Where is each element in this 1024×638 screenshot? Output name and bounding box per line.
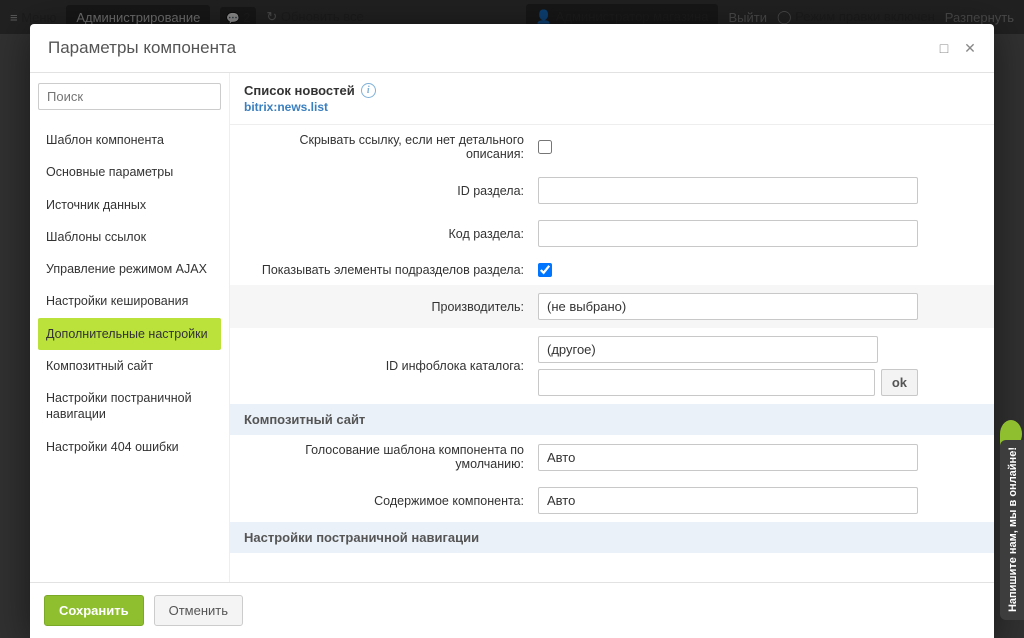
- sidebar-item-pagenav[interactable]: Настройки постраничной навигации: [38, 382, 221, 431]
- input-section-id[interactable]: [538, 177, 918, 204]
- label-hide-link: Скрывать ссылку, если нет детального опи…: [244, 133, 524, 161]
- section-pagenav: Настройки постраничной навигации: [230, 522, 994, 553]
- label-iblock-id: ID инфоблока каталога:: [244, 359, 524, 373]
- sidebar-item-template[interactable]: Шаблон компонента: [38, 124, 221, 156]
- sidebar-item-datasource[interactable]: Источник данных: [38, 189, 221, 221]
- select-manufacturer[interactable]: (не выбрано): [538, 293, 918, 320]
- close-icon[interactable]: ✕: [964, 42, 976, 54]
- sidebar-item-main[interactable]: Основные параметры: [38, 156, 221, 188]
- input-iblock-manual[interactable]: [538, 369, 875, 396]
- component-params-modal: Параметры компонента □ ✕ Шаблон компонен…: [30, 24, 994, 638]
- search-input[interactable]: [38, 83, 221, 110]
- sidebar-item-cache[interactable]: Настройки кеширования: [38, 285, 221, 317]
- component-title: Список новостей i: [244, 83, 980, 98]
- ok-button[interactable]: ok: [881, 369, 918, 396]
- select-content[interactable]: Авто: [538, 487, 918, 514]
- label-section-id: ID раздела:: [244, 184, 524, 198]
- modal-header: Параметры компонента □ ✕: [30, 24, 994, 73]
- cancel-button[interactable]: Отменить: [154, 595, 243, 626]
- form-scroll[interactable]: Скрывать ссылку, если нет детального опи…: [230, 124, 994, 582]
- sidebar-item-ajax[interactable]: Управление режимом AJAX: [38, 253, 221, 285]
- section-composite: Композитный сайт: [230, 404, 994, 435]
- maximize-icon[interactable]: □: [938, 42, 950, 54]
- sidebar-item-404[interactable]: Настройки 404 ошибки: [38, 431, 221, 463]
- sidebar-item-composite[interactable]: Композитный сайт: [38, 350, 221, 382]
- modal-title: Параметры компонента: [48, 38, 236, 58]
- label-section-code: Код раздела:: [244, 227, 524, 241]
- checkbox-show-subsections[interactable]: [538, 263, 552, 277]
- save-button[interactable]: Сохранить: [44, 595, 144, 626]
- checkbox-hide-link[interactable]: [538, 140, 552, 154]
- input-section-code[interactable]: [538, 220, 918, 247]
- modal-footer: Сохранить Отменить: [30, 582, 994, 638]
- label-vote: Голосование шаблона компонента по умолча…: [244, 443, 524, 471]
- select-vote[interactable]: Авто: [538, 444, 918, 471]
- label-show-subsections: Показывать элементы подразделов раздела:: [244, 263, 524, 277]
- component-id[interactable]: bitrix:news.list: [244, 100, 980, 114]
- sidebar-item-link-templates[interactable]: Шаблоны ссылок: [38, 221, 221, 253]
- chat-tab[interactable]: Напишите нам, мы в онлайне!: [1000, 440, 1024, 620]
- label-manufacturer: Производитель:: [244, 300, 524, 314]
- settings-sidebar: Шаблон компонента Основные параметры Ист…: [30, 73, 230, 582]
- sidebar-item-additional[interactable]: Дополнительные настройки: [38, 318, 221, 350]
- info-icon[interactable]: i: [361, 83, 376, 98]
- select-iblock[interactable]: (другое): [538, 336, 878, 363]
- label-component-content: Содержимое компонента:: [244, 494, 524, 508]
- content-area: Список новостей i bitrix:news.list Скрыв…: [230, 73, 994, 582]
- settings-nav: Шаблон компонента Основные параметры Ист…: [38, 124, 221, 463]
